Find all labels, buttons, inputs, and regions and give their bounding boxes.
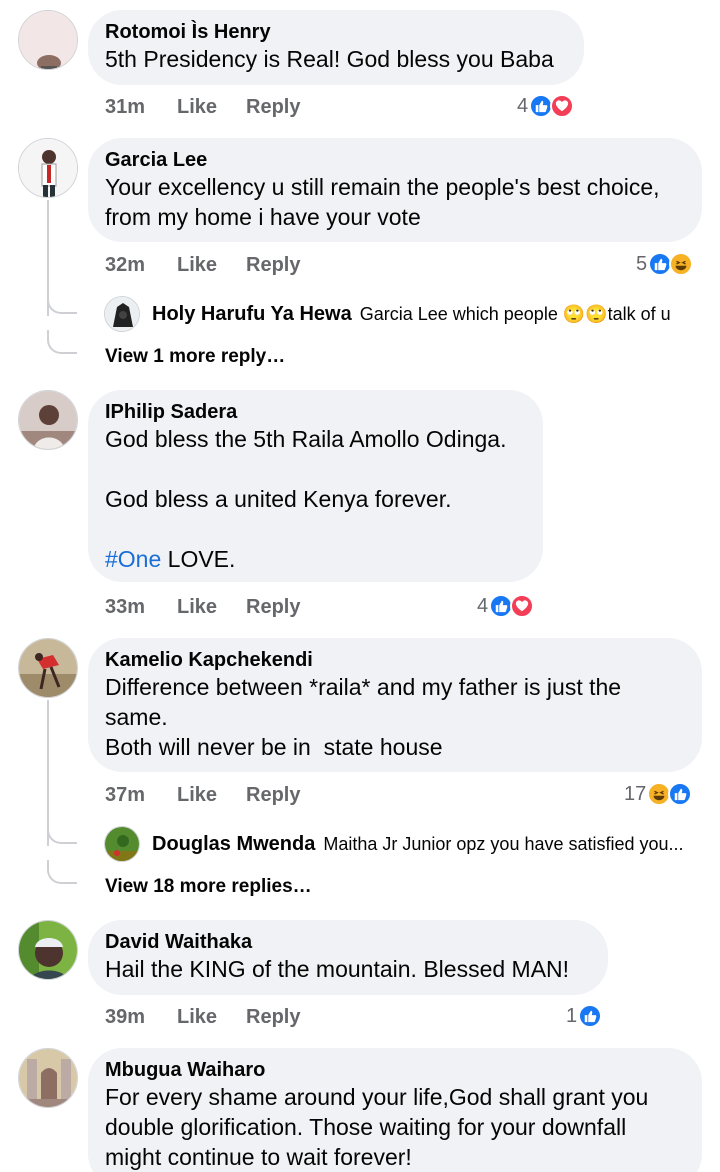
comment-author[interactable]: Kamelio Kapchekendi xyxy=(105,648,684,672)
reply-button[interactable]: Reply xyxy=(246,593,300,621)
reaction-count: 1 xyxy=(566,1004,578,1027)
comment-author[interactable]: David Waithaka xyxy=(105,930,590,954)
avatar[interactable] xyxy=(18,390,78,450)
avatar[interactable] xyxy=(18,138,78,198)
reply-button[interactable]: Reply xyxy=(246,93,300,121)
reply-button[interactable]: Reply xyxy=(246,251,300,279)
reply-avatar[interactable] xyxy=(104,826,140,862)
avatar[interactable] xyxy=(18,1048,78,1108)
reply-author[interactable]: Holy Harufu Ya Hewa xyxy=(152,303,352,326)
reaction-summary[interactable]: 1 xyxy=(566,1002,603,1030)
view-more-replies[interactable]: View 18 more replies… xyxy=(105,876,312,898)
comment-bubble: Garcia Lee Your excellency u still remai… xyxy=(88,138,702,242)
haha-icon xyxy=(669,252,694,276)
comment-text-line: God bless the 5th Raila Amollo Odinga. xyxy=(105,426,507,452)
avatar[interactable] xyxy=(18,638,78,698)
reply-author[interactable]: Douglas Mwenda xyxy=(152,833,315,856)
like-button[interactable]: Like xyxy=(177,251,217,279)
comment-time[interactable]: 32m xyxy=(105,251,145,279)
comment-text: 5th Presidency is Real! God bless you Ba… xyxy=(105,46,554,72)
comment-bubble: Kamelio Kapchekendi Difference between *… xyxy=(88,638,702,772)
reply-text: Garcia Lee which people 🙄🙄talk of u xyxy=(359,303,671,324)
view-more-replies[interactable]: View 1 more reply… xyxy=(105,346,285,368)
reaction-count: 4 xyxy=(517,94,529,117)
reaction-summary[interactable]: 4 xyxy=(517,92,575,120)
comment-author[interactable]: Rotomoi Ìs Henry xyxy=(105,20,566,44)
love-icon xyxy=(550,94,575,118)
comment-bubble: David Waithaka Hail the KING of the moun… xyxy=(88,920,608,995)
comment-time[interactable]: 31m xyxy=(105,93,145,121)
thread-connector xyxy=(47,330,77,354)
comment-time[interactable]: 39m xyxy=(105,1003,145,1031)
reply-preview[interactable]: Douglas Mwenda Maitha Jr Junior opz you … xyxy=(104,824,700,864)
thread-connector xyxy=(47,860,77,884)
comment-time[interactable]: 33m xyxy=(105,593,145,621)
comment-text-line xyxy=(105,514,525,544)
reply-text: Maitha Jr Junior opz you have satisfied … xyxy=(323,833,684,854)
comment-bubble: IPhilip Sadera God bless the 5th Raila A… xyxy=(88,390,543,582)
comment-author[interactable]: IPhilip Sadera xyxy=(105,400,525,424)
comment-text-line: God bless a united Kenya forever. xyxy=(105,486,452,512)
love-icon xyxy=(510,594,535,618)
thread-connector xyxy=(47,820,77,844)
reaction-summary[interactable]: 5 xyxy=(636,250,694,278)
avatar[interactable] xyxy=(18,10,78,70)
reaction-count: 17 xyxy=(624,782,647,805)
comment-actions: 39m Like Reply xyxy=(105,1003,605,1031)
comment-text: Your excellency u still remain the peopl… xyxy=(105,174,660,230)
comment-bubble: Rotomoi Ìs Henry 5th Presidency is Real!… xyxy=(88,10,584,85)
like-icon xyxy=(668,782,693,806)
comment-time[interactable]: 37m xyxy=(105,781,145,809)
like-button[interactable]: Like xyxy=(177,1003,217,1031)
like-button[interactable]: Like xyxy=(177,93,217,121)
like-icon xyxy=(578,1004,603,1028)
comment-text-line xyxy=(105,454,525,484)
comment-text-line: #One LOVE. xyxy=(105,544,525,574)
comment-author[interactable]: Garcia Lee xyxy=(105,148,684,172)
comment-actions: 37m Like Reply xyxy=(105,781,605,809)
comment-text: Hail the KING of the mountain. Blessed M… xyxy=(105,956,570,982)
thread-connector xyxy=(47,290,77,314)
comment-text: Difference between *raila* and my father… xyxy=(105,674,622,760)
reply-avatar[interactable] xyxy=(104,296,140,332)
reply-preview[interactable]: Holy Harufu Ya Hewa Garcia Lee which peo… xyxy=(104,294,704,334)
reaction-count: 4 xyxy=(477,594,489,617)
reply-button[interactable]: Reply xyxy=(246,1003,300,1031)
like-button[interactable]: Like xyxy=(177,781,217,809)
avatar[interactable] xyxy=(18,920,78,980)
hashtag-link[interactable]: #One xyxy=(105,546,161,572)
comment-bubble: Mbugua Waiharo For every shame around yo… xyxy=(88,1048,702,1172)
reaction-count: 5 xyxy=(636,252,648,275)
comment-author[interactable]: Mbugua Waiharo xyxy=(105,1058,684,1082)
reaction-summary[interactable]: 17 xyxy=(624,780,693,808)
comment-actions: 32m Like Reply xyxy=(105,251,605,279)
like-button[interactable]: Like xyxy=(177,593,217,621)
comment-text-tail: LOVE. xyxy=(161,546,236,572)
reaction-summary[interactable]: 4 xyxy=(477,592,535,620)
reply-button[interactable]: Reply xyxy=(246,781,300,809)
comment-text: For every shame around your life,God sha… xyxy=(105,1084,649,1170)
